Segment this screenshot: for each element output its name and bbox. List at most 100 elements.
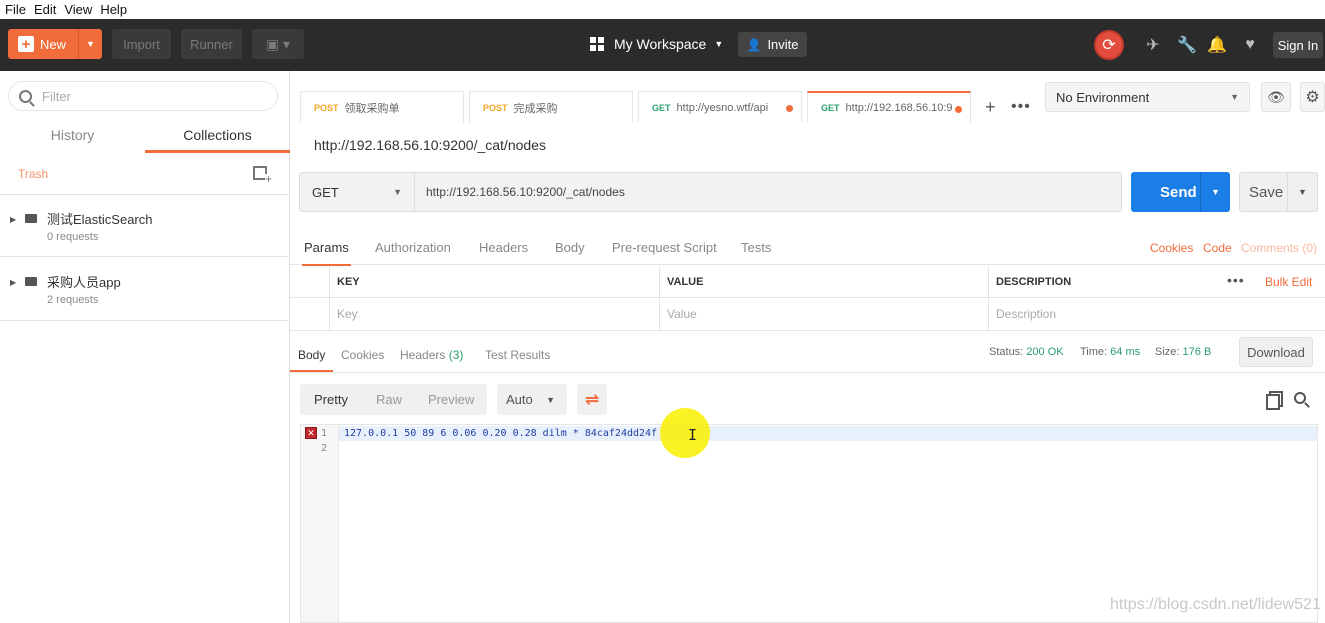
plus-icon: +	[18, 36, 34, 52]
sync-icon[interactable]: ⟳	[1094, 30, 1124, 60]
view-preview[interactable]: Preview	[428, 392, 474, 407]
response-editor[interactable]: ✕ 1 2 127.0.0.1 50 89 6 0.06 0.20 0.28 d…	[300, 424, 1318, 623]
workspace-label: My Workspace	[614, 36, 707, 52]
tab-params[interactable]: Params	[302, 240, 351, 266]
method-badge: GET	[652, 102, 671, 113]
chevron-down-icon[interactable]: ▼	[1287, 173, 1317, 211]
tab-tests[interactable]: Tests	[741, 240, 771, 255]
watermark: https://blog.csdn.net/lidew521	[1110, 596, 1321, 613]
cookies-link[interactable]: Cookies	[1150, 241, 1193, 255]
collection-name: 测试ElasticSearch	[47, 212, 153, 227]
request-tab[interactable]: POST 完成采购	[469, 91, 633, 123]
chevron-down-icon[interactable]: ▼	[78, 29, 102, 59]
code-link[interactable]: Code	[1203, 241, 1232, 255]
tab-label: 完成采购	[513, 102, 558, 115]
method-badge: GET	[821, 103, 840, 113]
wrap-lines-icon[interactable]: ⇌	[577, 384, 607, 415]
chevron-down-icon[interactable]: ▼	[1200, 172, 1230, 212]
new-button-label: New	[40, 36, 67, 52]
more-icon[interactable]: •••	[1011, 98, 1031, 116]
trash-link[interactable]: Trash	[18, 167, 48, 181]
tab-response-body[interactable]: Body	[289, 348, 334, 372]
response-tabs: Body Cookies Headers (3) Test Results St…	[289, 339, 1325, 373]
menu-bar: File Edit View Help	[0, 0, 1325, 19]
copy-icon[interactable]	[1266, 391, 1283, 410]
invite-label: Invite	[767, 37, 799, 52]
tab-response-cookies[interactable]: Cookies	[341, 348, 384, 362]
eye-icon[interactable]: 👁	[1261, 82, 1291, 112]
new-window-button[interactable]: ▣ ▾	[252, 29, 304, 59]
value-input[interactable]: Value	[660, 298, 989, 331]
collection-item[interactable]: ▶ 测试ElasticSearch 0 requests	[0, 194, 290, 257]
tab-history[interactable]: History	[0, 121, 145, 153]
tab-label: 领取采购单	[344, 102, 400, 115]
wrench-icon[interactable]: 🔧	[1177, 35, 1197, 55]
heart-icon[interactable]: ♥	[1240, 35, 1260, 55]
status-value: 200 OK	[1026, 346, 1064, 358]
tab-pre-request-script[interactable]: Pre-request Script	[612, 240, 717, 255]
save-button[interactable]: Save ▼	[1239, 172, 1318, 212]
import-button[interactable]: Import	[112, 29, 171, 59]
chevron-down-icon: ▼	[546, 394, 555, 405]
grid-icon	[590, 37, 604, 51]
menu-help[interactable]: Help	[95, 2, 127, 17]
save-label: Save	[1249, 183, 1284, 201]
method-badge: POST	[314, 102, 339, 113]
search-icon	[19, 89, 32, 103]
description-input[interactable]: Description	[989, 298, 1325, 331]
time-readout: Time: 64 ms	[1080, 346, 1140, 358]
search-icon[interactable]	[1294, 392, 1306, 404]
caret-right-icon[interactable]: ▶	[10, 278, 16, 287]
tab-authorization[interactable]: Authorization	[375, 240, 451, 255]
menu-file[interactable]: File	[0, 2, 26, 17]
headers-label: Headers	[400, 348, 446, 362]
filter-placeholder: Filter	[42, 88, 71, 104]
key-input[interactable]: Key	[330, 298, 660, 331]
collection-item[interactable]: ▶ 采购人员app 2 requests	[0, 258, 290, 321]
sidebar: Filter History Collections Trash ▶ 测试Ela…	[0, 71, 290, 623]
method-select[interactable]: GET ▼	[300, 173, 415, 211]
time-label: Time:	[1080, 346, 1108, 358]
sign-in-button[interactable]: Sign In	[1273, 32, 1323, 58]
send-button[interactable]: Send ▼	[1131, 172, 1230, 212]
runner-button[interactable]: Runner	[181, 29, 242, 59]
invite-button[interactable]: 👤 Invite	[738, 32, 807, 57]
bulk-edit-link[interactable]: Bulk Edit	[1265, 275, 1312, 289]
menu-edit[interactable]: Edit	[29, 2, 56, 17]
format-select[interactable]: Auto ▼	[497, 384, 567, 415]
response-code: 127.0.0.1 50 89 6 0.06 0.20 0.28 dilm * …	[344, 428, 664, 439]
download-button[interactable]: Download	[1239, 337, 1313, 367]
environment-select[interactable]: No Environment ▼	[1045, 82, 1250, 112]
view-raw[interactable]: Raw	[376, 392, 402, 407]
workspace-selector[interactable]: My Workspace ▼	[590, 36, 723, 52]
request-tab[interactable]: POST 领取采购单	[300, 91, 464, 123]
gear-icon[interactable]: ⚙	[1300, 82, 1325, 112]
request-tab[interactable]: GET http://yesno.wtf/api	[638, 91, 802, 123]
params-table: KEY VALUE DESCRIPTION ••• Bulk Edit Key …	[290, 266, 1325, 331]
tab-label: http://192.168.56.10:9	[845, 102, 953, 114]
tab-response-headers[interactable]: Headers (3)	[400, 348, 463, 362]
bell-icon[interactable]: 🔔	[1207, 35, 1227, 55]
size-readout: Size: 176 B	[1155, 346, 1211, 358]
tab-body[interactable]: Body	[555, 240, 585, 255]
request-tab-active[interactable]: GET http://192.168.56.10:9	[807, 91, 971, 123]
tab-collections[interactable]: Collections	[145, 121, 290, 153]
folder-icon	[25, 277, 37, 286]
satellite-icon[interactable]: ✈	[1143, 35, 1163, 55]
more-icon[interactable]: •••	[1227, 272, 1245, 288]
comments-link[interactable]: Comments (0)	[1241, 241, 1317, 255]
format-value: Auto	[506, 392, 533, 407]
caret-right-icon[interactable]: ▶	[10, 215, 16, 224]
tab-test-results[interactable]: Test Results	[485, 348, 550, 362]
menu-view[interactable]: View	[59, 2, 92, 17]
line-number: 2	[321, 443, 328, 454]
new-button[interactable]: + New ▼	[8, 29, 102, 59]
tab-headers[interactable]: Headers	[479, 240, 528, 255]
add-tab-icon[interactable]: +	[985, 97, 996, 118]
filter-input[interactable]: Filter	[8, 81, 278, 111]
url-input[interactable]: http://192.168.56.10:9200/_cat/nodes	[426, 185, 625, 199]
view-pretty[interactable]: Pretty	[314, 392, 348, 407]
environment-value: No Environment	[1056, 89, 1150, 105]
new-collection-icon[interactable]	[253, 166, 272, 184]
method-value: GET	[312, 184, 339, 200]
